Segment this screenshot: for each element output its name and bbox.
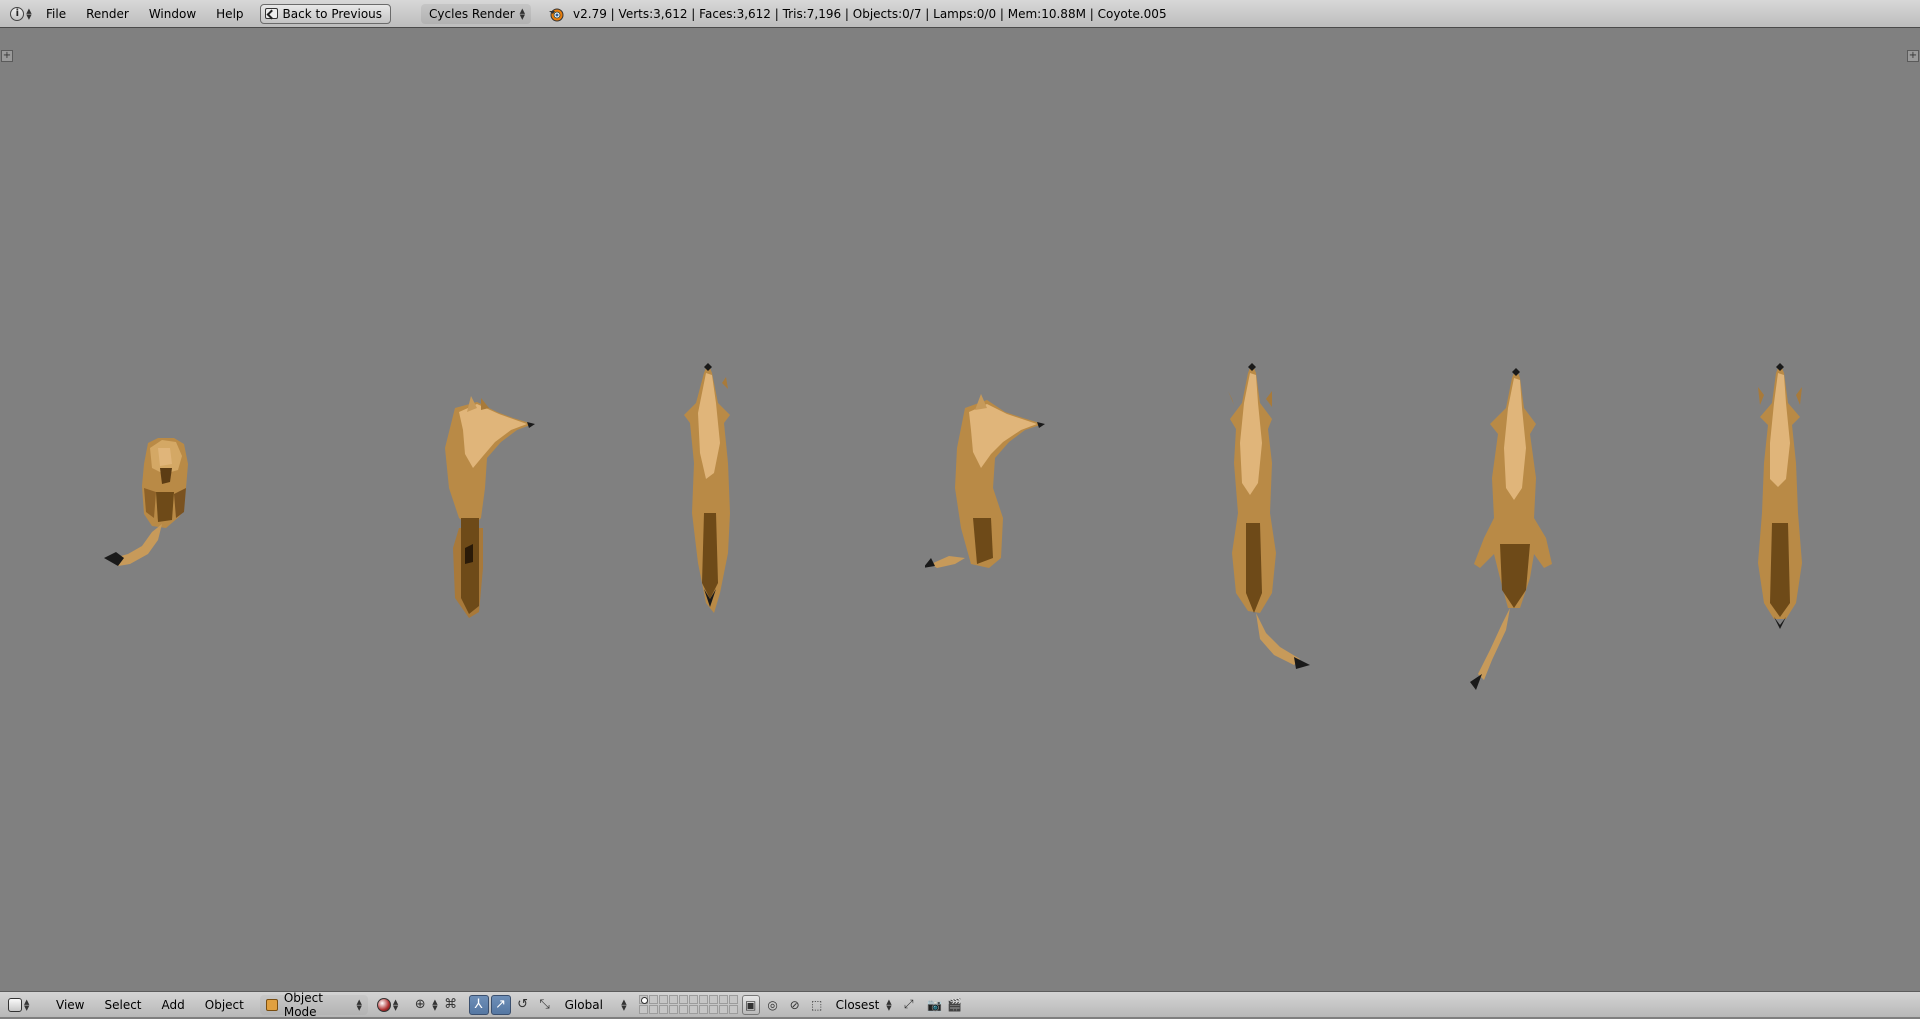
info-icon: i [10, 6, 25, 21]
blender-logo-icon [547, 5, 565, 23]
menu-help[interactable]: Help [206, 4, 253, 24]
3d-viewport[interactable]: + + [0, 28, 1920, 991]
updown-arrows-icon: ▲ ▼ [432, 997, 438, 1012]
render-engine-value: Cycles Render [429, 6, 515, 21]
layer-10[interactable] [678, 1005, 688, 1014]
menu-render[interactable]: Render [76, 4, 139, 24]
layer-grid[interactable] [638, 995, 738, 1014]
layer-13[interactable] [708, 995, 718, 1004]
interaction-mode-value: Object Mode [283, 990, 323, 1019]
editor-type-selector[interactable]: i ▲ ▼ [6, 4, 36, 24]
snap-target-value: Closest [835, 997, 880, 1012]
layer-6[interactable] [638, 1005, 648, 1014]
toolshelf-toggle-icon[interactable]: + [1, 50, 13, 62]
updown-arrows-icon: ▲ ▼ [356, 997, 362, 1012]
render-animation-icon[interactable]: 🎬 [946, 996, 964, 1014]
layer-12[interactable] [698, 995, 708, 1004]
layer-16[interactable] [688, 1005, 698, 1014]
viewport-shading-select[interactable]: ▲ ▼ [374, 995, 401, 1015]
coyote-side-left[interactable] [415, 368, 545, 628]
coyote-side-right[interactable] [925, 368, 1065, 648]
scale-icon[interactable]: ⤡ [535, 995, 555, 1015]
interaction-mode-select[interactable]: Object Mode ▲ ▼ [259, 991, 368, 1019]
pivot-point-select[interactable]: ⊕ ▲ ▼ [407, 995, 440, 1015]
menu-select[interactable]: Select [94, 995, 151, 1015]
render-engine-select[interactable]: Cycles Render ▲ ▼ [421, 3, 532, 24]
align-rotation-icon[interactable]: ⤢ [900, 995, 918, 1015]
coyote-top-tail-down[interactable] [1450, 368, 1580, 708]
updown-arrows-icon: ▲ ▼ [24, 997, 30, 1012]
snap-toggle-icon[interactable]: ⊘ [786, 995, 804, 1015]
updown-arrows-icon: ▲ ▼ [886, 997, 892, 1012]
layer-11[interactable] [688, 995, 698, 1004]
updown-arrows-icon: ▲ ▼ [621, 997, 627, 1012]
back-icon [264, 8, 278, 19]
layer-4[interactable] [668, 995, 678, 1004]
layer-17[interactable] [698, 1005, 708, 1014]
info-header: i ▲ ▼ File Render Window Help Back to Pre… [0, 0, 1920, 28]
coyote-top-sitting[interactable] [670, 363, 760, 643]
render-still-icon[interactable]: 📷 [926, 996, 944, 1014]
layer-19[interactable] [718, 1005, 728, 1014]
pivot-icon: ⊕ [414, 997, 426, 1012]
layer-1[interactable] [638, 995, 648, 1004]
object-mode-icon [265, 998, 278, 1011]
manipulator-widget-icon[interactable]: ⅄ [468, 994, 489, 1015]
updown-arrows-icon: ▲ ▼ [392, 997, 399, 1012]
menu-view[interactable]: View [46, 995, 94, 1015]
transform-orientation-value: Global [564, 997, 603, 1012]
updown-arrows-icon: ▲ ▼ [519, 6, 526, 21]
layer-15[interactable] [728, 995, 738, 1004]
3d-view-header: ▲ ▼ View Select Add Object Object Mode ▲ ▼… [0, 991, 1920, 1019]
layer-8[interactable] [658, 1005, 668, 1014]
translate-icon[interactable]: ↗ [490, 994, 511, 1015]
back-to-previous-label: Back to Previous [282, 6, 383, 21]
scene-statistics: v2.79 | Verts:3,612 | Faces:3,612 | Tris… [573, 6, 1167, 21]
snap-element-icon[interactable]: ⬚ [808, 995, 826, 1015]
rotate-icon[interactable]: ↺ [513, 995, 533, 1015]
coyote-curled[interactable] [100, 408, 240, 608]
manipulator-group: ⅄ ↗ ↺ ⤡ [468, 994, 555, 1015]
menu-window[interactable]: Window [139, 4, 206, 24]
3d-view-icon [8, 997, 22, 1012]
back-to-previous-button[interactable]: Back to Previous [259, 3, 392, 24]
layer-3[interactable] [658, 995, 668, 1004]
opengl-render-group: 📷 🎬 [926, 996, 964, 1014]
transform-orientation-select[interactable]: Global ▲ ▼ [561, 995, 631, 1015]
menu-object[interactable]: Object [195, 995, 254, 1015]
manipulator-toggle-icon[interactable]: ⌘ [441, 995, 461, 1015]
solid-shading-icon [376, 997, 391, 1012]
layer-5[interactable] [678, 995, 688, 1004]
menu-add[interactable]: Add [152, 995, 195, 1015]
properties-toggle-icon[interactable]: + [1907, 50, 1919, 62]
coyote-top-tail-right[interactable] [1210, 363, 1340, 673]
layer-20[interactable] [728, 1005, 738, 1014]
coyote-top-front[interactable] [1730, 363, 1830, 643]
lock-layers-icon[interactable]: ▣ [741, 994, 760, 1015]
updown-arrows-icon: ▲ ▼ [26, 6, 32, 21]
layer-9[interactable] [668, 1005, 678, 1014]
layer-7[interactable] [648, 1005, 658, 1014]
layer-14[interactable] [718, 995, 728, 1004]
editor-type-selector[interactable]: ▲ ▼ [8, 995, 38, 1015]
menu-file[interactable]: File [36, 4, 76, 24]
snap-target-select[interactable]: Closest ▲ ▼ [832, 995, 896, 1015]
proportional-edit-icon[interactable]: ◎ [764, 995, 782, 1015]
layer-18[interactable] [708, 1005, 718, 1014]
layer-2[interactable] [648, 995, 658, 1004]
